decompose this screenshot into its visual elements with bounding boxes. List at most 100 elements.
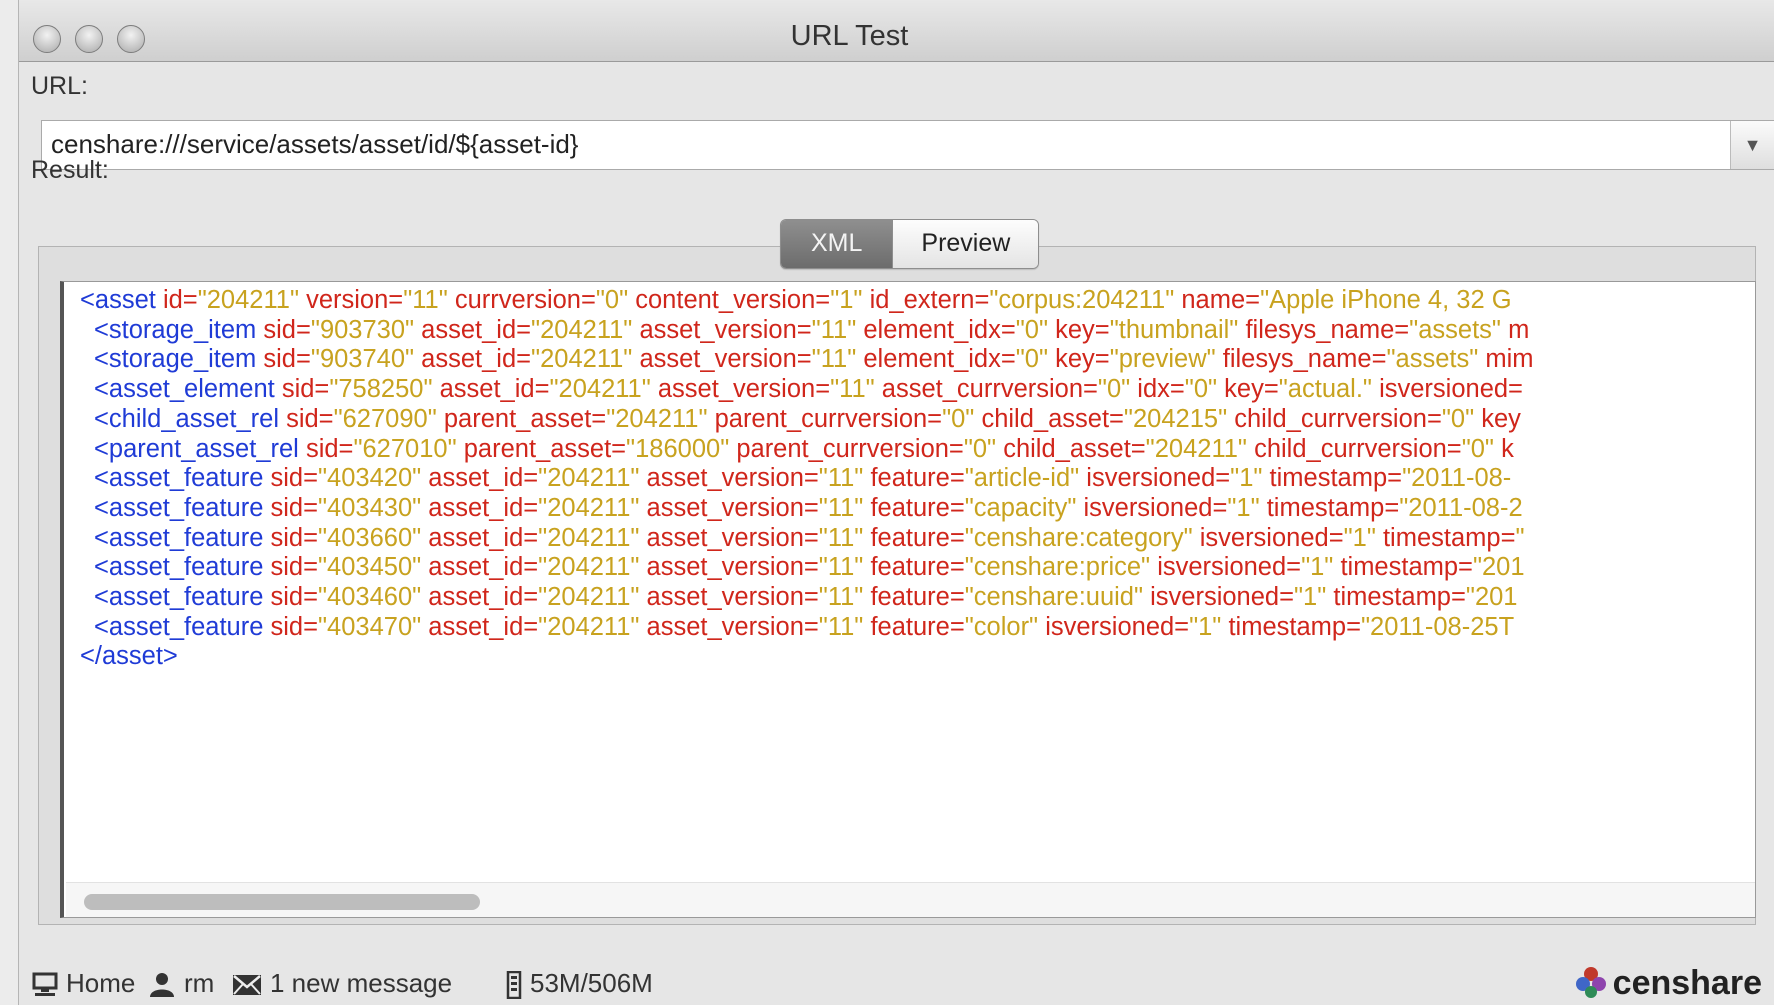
status-user[interactable]: rm	[148, 968, 214, 999]
xml-attribute: asset_version=	[646, 553, 819, 582]
xml-attribute: isversioned=	[1150, 583, 1294, 611]
xml-attribute: feature=	[870, 612, 965, 641]
xml-value: "204211"	[538, 612, 647, 641]
horizontal-scrollbar[interactable]	[66, 882, 1755, 917]
xml-attribute: key	[1481, 404, 1521, 433]
xml-value: "article-id"	[964, 464, 1087, 493]
xml-value: "204211"	[197, 286, 307, 314]
xml-value: "censhare:uuid"	[964, 583, 1151, 611]
xml-attribute: sid=	[270, 523, 319, 552]
xml-attribute: sid=	[270, 612, 319, 641]
tab-preview[interactable]: Preview	[892, 220, 1039, 268]
xml-value: "11"	[818, 464, 871, 493]
xml-attribute: sid=	[286, 404, 334, 433]
xml-result-view[interactable]: <asset id="204211" version="11" currvers…	[60, 281, 1756, 918]
xml-attribute: asset_id=	[439, 375, 550, 404]
xml-attribute: filesys_name=	[1222, 345, 1387, 374]
xml-tag: <asset_feature	[94, 464, 271, 493]
xml-attribute: child_asset=	[981, 404, 1124, 433]
xml-value: "11"	[403, 286, 455, 314]
xml-tag: <storage_item	[94, 315, 264, 344]
xml-attribute: asset_id=	[428, 553, 539, 582]
scrollbar-thumb[interactable]	[84, 894, 480, 910]
xml-attribute: isversioned=	[1199, 523, 1344, 552]
xml-value: "11"	[818, 583, 871, 611]
xml-attribute: asset_id=	[428, 583, 539, 611]
xml-attribute: asset_version=	[639, 345, 812, 374]
xml-value: "204211"	[531, 345, 640, 374]
xml-attribute: currversion=	[454, 286, 596, 314]
xml-attribute: sid=	[270, 553, 319, 582]
xml-value: "1"	[1230, 464, 1270, 493]
xml-value: "204211"	[538, 493, 647, 522]
xml-value: "censhare:price"	[964, 553, 1158, 582]
xml-attribute: timestamp=	[1382, 523, 1516, 552]
tab-xml[interactable]: XML	[781, 220, 893, 268]
censhare-logo-icon	[1575, 967, 1606, 998]
xml-value: "capacity"	[964, 493, 1084, 522]
xml-value: "403460"	[318, 583, 429, 611]
chevron-down-icon: ▼	[1743, 135, 1762, 155]
xml-value: "627090"	[333, 404, 444, 433]
status-home[interactable]: Home	[32, 968, 135, 999]
url-input[interactable]: censhare:///service/assets/asset/id/${as…	[51, 129, 579, 160]
window-title: URL Test	[790, 20, 909, 52]
xml-value: "0"	[1097, 375, 1138, 404]
xml-attribute: asset_currversion=	[881, 375, 1098, 404]
xml-value: "1"	[1294, 583, 1334, 611]
xml-value: "0"	[1184, 375, 1225, 404]
xml-value: "color"	[964, 612, 1046, 641]
computer-icon	[32, 972, 58, 997]
xml-attribute: sid=	[263, 345, 311, 374]
xml-value: "2011-08-25T	[1360, 612, 1515, 641]
xml-attribute: content_version=	[635, 286, 831, 314]
xml-attribute: asset_version=	[646, 612, 819, 641]
xml-attribute: isversioned=	[1157, 553, 1302, 582]
xml-value: "thumbnail"	[1109, 315, 1246, 344]
xml-value: "1"	[1301, 553, 1341, 582]
xml-value: "assets"	[1386, 345, 1486, 374]
xml-attribute: timestamp=	[1228, 612, 1361, 641]
messages-label: 1 new message	[270, 968, 453, 998]
home-label: Home	[66, 968, 136, 998]
xml-value: "204211"	[549, 375, 658, 404]
xml-attribute: version=	[306, 286, 404, 314]
xml-value: "	[1515, 523, 1525, 552]
xml-attribute: isversioned=	[1086, 464, 1231, 493]
censhare-logo: censhare	[1575, 964, 1762, 1003]
xml-attribute: id_extern=	[869, 286, 990, 314]
xml-value: "11"	[811, 345, 864, 374]
xml-attribute: asset_id=	[428, 612, 539, 641]
xml-value: "0"	[1461, 434, 1502, 463]
xml-value: "1"	[830, 286, 870, 314]
status-messages[interactable]: 1 new message	[232, 968, 452, 999]
url-dropdown-button[interactable]: ▼	[1730, 121, 1774, 169]
xml-tag: <asset_feature	[94, 493, 271, 522]
xml-tag: <asset_feature	[94, 612, 271, 641]
xml-value: "censhare:category"	[964, 523, 1200, 552]
xml-attribute: element_idx=	[863, 345, 1016, 374]
xml-attribute: asset_id=	[428, 523, 539, 552]
xml-value: "204211"	[531, 315, 640, 344]
xml-attribute: asset_version=	[639, 315, 812, 344]
xml-attribute: k	[1501, 434, 1514, 463]
xml-attribute: isversioned=	[1379, 375, 1523, 404]
xml-line: <asset_feature sid="403470" asset_id="20…	[94, 611, 1514, 645]
xml-attribute: feature=	[870, 493, 965, 522]
xml-value: "1"	[1343, 523, 1383, 552]
xml-attribute: element_idx=	[863, 315, 1016, 344]
xml-value: "assets"	[1409, 315, 1509, 344]
xml-value: "11"	[818, 553, 871, 582]
xml-value: "186000"	[626, 434, 737, 463]
xml-tag: <child_asset_rel	[94, 404, 287, 433]
xml-tag: <asset_element	[94, 375, 282, 404]
xml-value: "11"	[818, 523, 871, 552]
xml-attribute: asset_id=	[428, 493, 539, 522]
xml-attribute: isversioned=	[1045, 612, 1190, 641]
xml-attribute: m	[1508, 315, 1530, 344]
xml-value: "2011-08-	[1402, 464, 1512, 493]
xml-attribute: feature=	[870, 464, 965, 493]
url-combobox[interactable]: censhare:///service/assets/asset/id/${as…	[41, 120, 1774, 170]
xml-tag: <asset_feature	[94, 583, 271, 611]
xml-value: "11"	[818, 612, 871, 641]
